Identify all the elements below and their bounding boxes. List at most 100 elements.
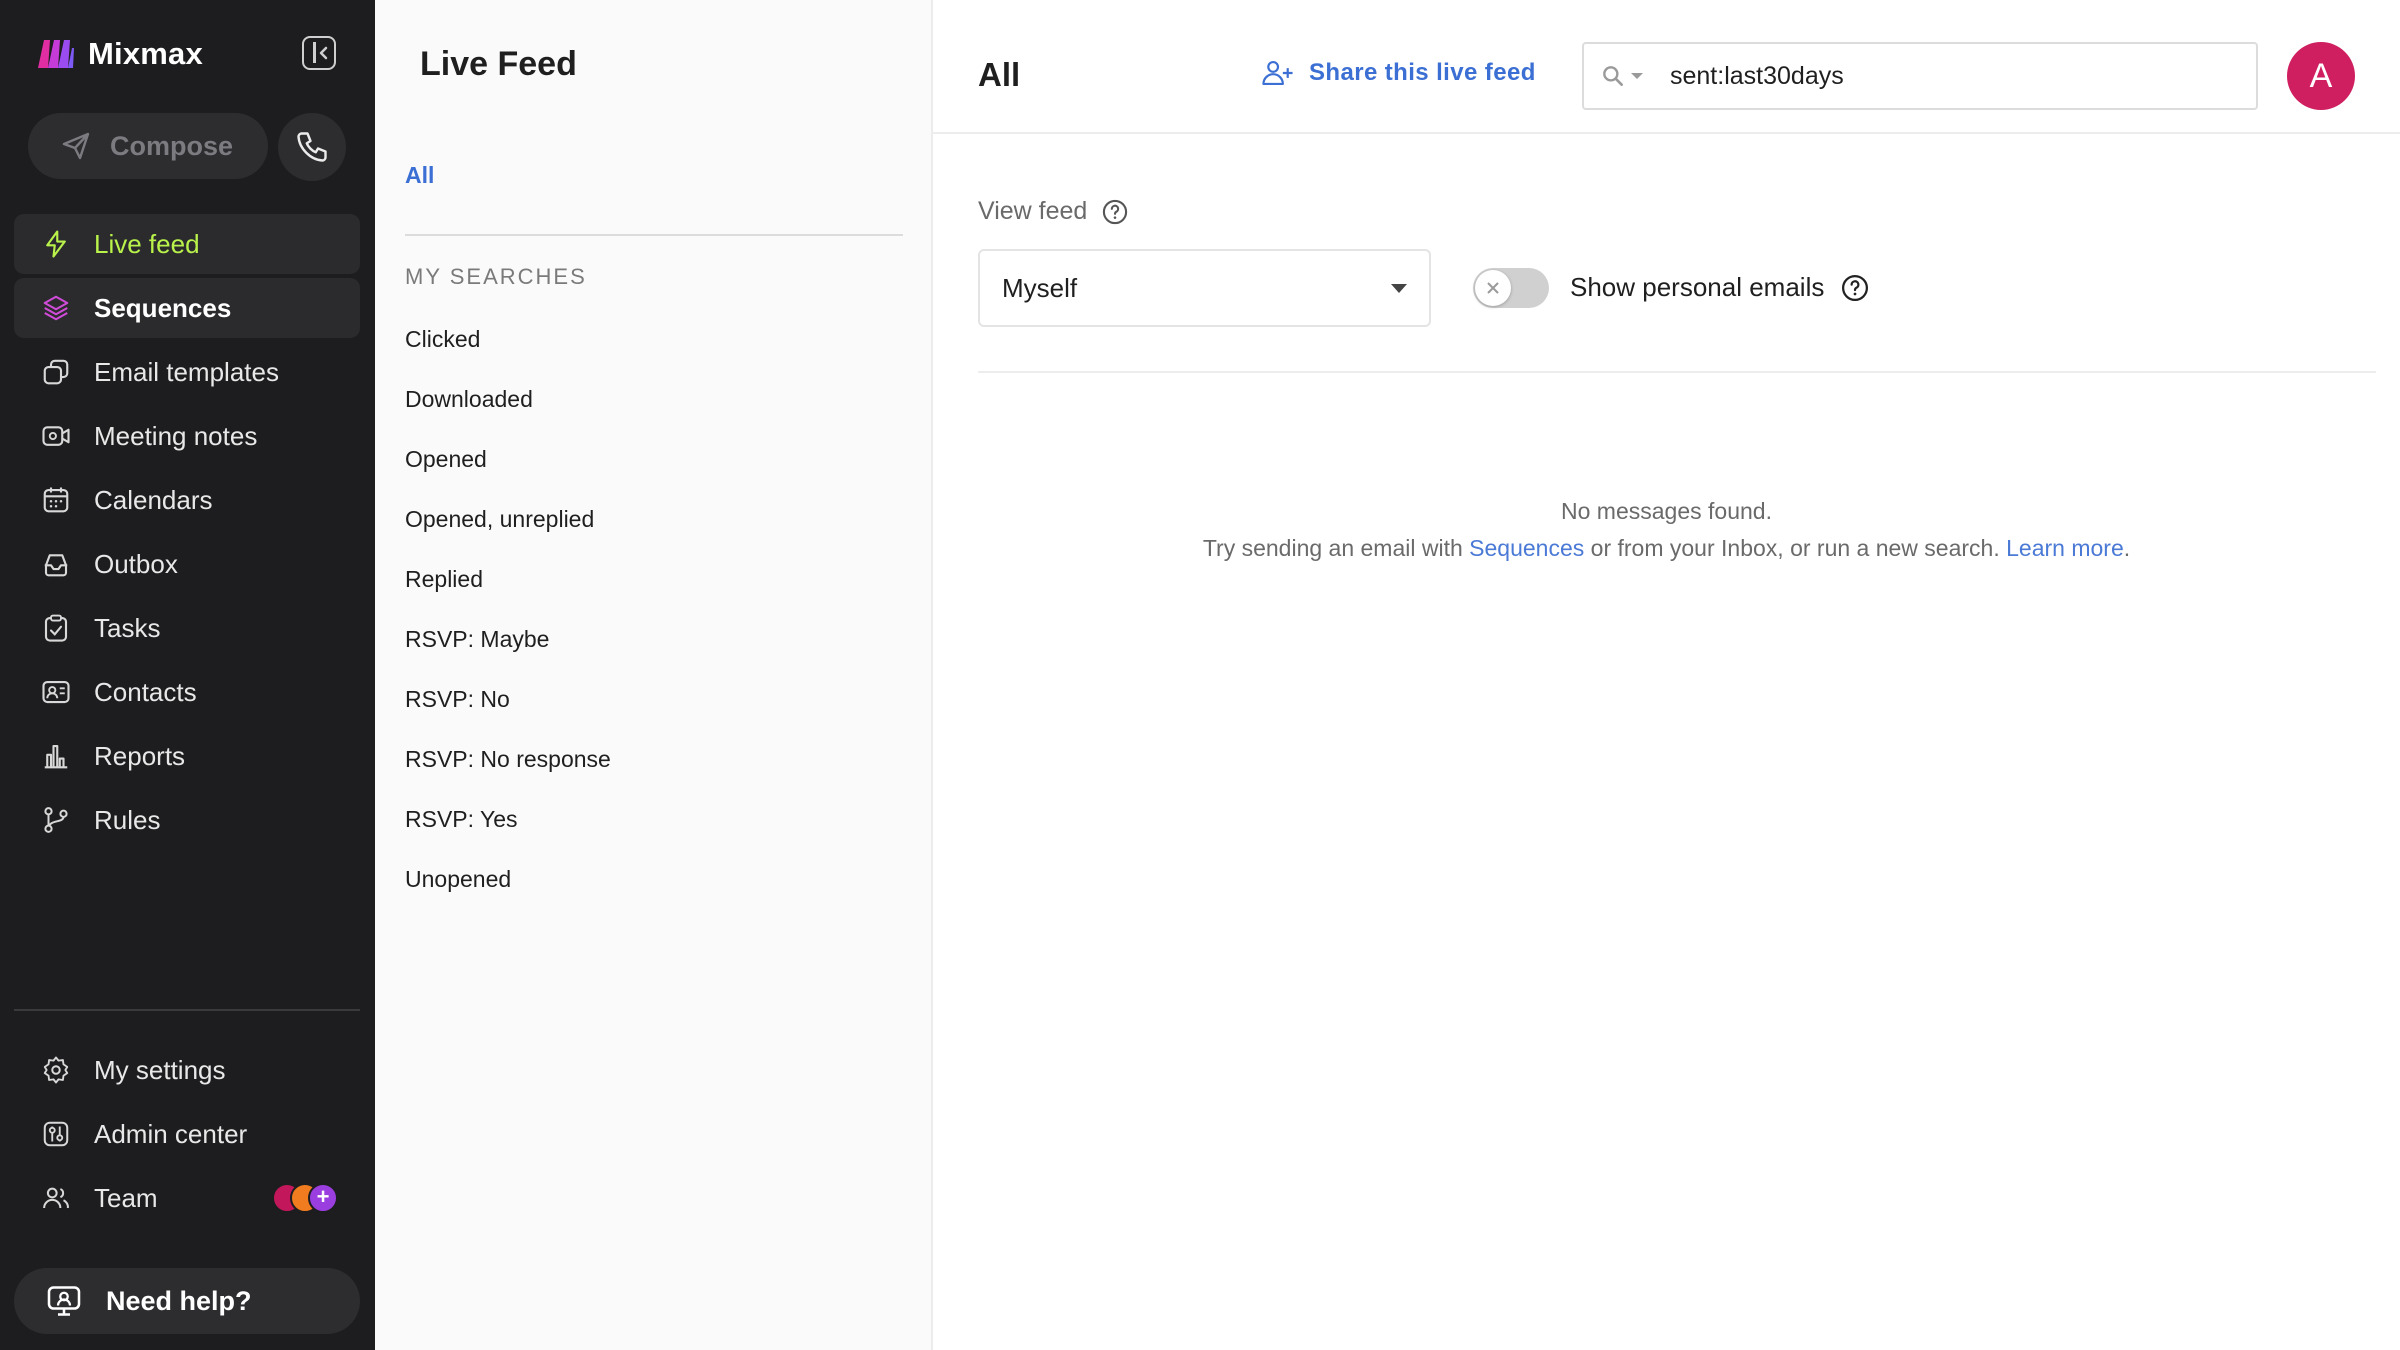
chevron-left-icon [319, 46, 328, 60]
panel-divider [405, 234, 903, 236]
main-nav: Live feed Sequences Email templates Meet… [14, 214, 360, 854]
nav-label: Outbox [94, 548, 178, 579]
nav-item-my-settings[interactable]: My settings [14, 1040, 360, 1100]
search-input[interactable] [1660, 61, 2220, 91]
search-options-dropdown[interactable] [1584, 44, 1660, 108]
video-icon [40, 420, 72, 452]
layers-icon [40, 292, 72, 324]
need-help-button[interactable]: Need help? [14, 1268, 360, 1334]
gear-icon [40, 1054, 72, 1086]
view-feed-text: View feed [978, 197, 1088, 225]
empty-middle: or from your Inbox, or run a new search. [1584, 535, 2007, 561]
saved-search-item[interactable]: Downloaded [405, 378, 611, 438]
search-box[interactable] [1582, 42, 2258, 110]
personal-emails-label: Show personal emails [1570, 272, 1870, 303]
bottom-nav: My settings Admin center Team + [14, 1040, 360, 1232]
share-live-feed-button[interactable]: Share this live feed [1261, 58, 1536, 88]
help-circle-icon[interactable] [1840, 273, 1870, 303]
caret-down-icon [1631, 73, 1643, 79]
user-avatar[interactable]: A [2287, 42, 2355, 110]
learn-more-link[interactable]: Learn more [2006, 535, 2124, 561]
nav-label: Email templates [94, 356, 279, 387]
compose-label: Compose [110, 130, 234, 161]
team-avatars[interactable]: + [272, 1183, 338, 1213]
view-feed-select[interactable]: Myself [978, 249, 1431, 327]
nav-item-team[interactable]: Team + [14, 1168, 360, 1228]
tasks-icon [40, 612, 72, 644]
personal-emails-text: Show personal emails [1570, 272, 1825, 302]
nav-item-meeting-notes[interactable]: Meeting notes [14, 406, 360, 466]
calendar-icon [40, 484, 72, 516]
nav-item-contacts[interactable]: Contacts [14, 662, 360, 722]
nav-label: Contacts [94, 676, 197, 707]
add-user-icon [1262, 60, 1293, 86]
saved-search-item[interactable]: RSVP: No response [405, 738, 611, 798]
personal-emails-toggle[interactable] [1473, 268, 1549, 308]
saved-searches-list: Clicked Downloaded Opened Opened, unrepl… [405, 318, 611, 918]
send-icon [62, 132, 90, 160]
saved-search-item[interactable]: RSVP: Maybe [405, 618, 611, 678]
add-member-icon[interactable]: + [308, 1183, 338, 1213]
nav-label: Rules [94, 804, 161, 835]
collapse-sidebar-button[interactable] [302, 36, 336, 70]
nav-item-sequences[interactable]: Sequences [14, 278, 360, 338]
share-label: Share this live feed [1309, 59, 1536, 86]
close-icon [1487, 282, 1499, 294]
saved-search-item[interactable]: Opened, unreplied [405, 498, 611, 558]
nav-item-reports[interactable]: Reports [14, 726, 360, 786]
saved-search-item[interactable]: Unopened [405, 858, 611, 918]
content-divider [978, 371, 2376, 373]
nav-item-email-templates[interactable]: Email templates [14, 342, 360, 402]
sidebar: Mixmax Compose Live feed Sequences Email… [0, 0, 375, 1350]
team-icon [40, 1182, 72, 1214]
empty-suffix: . [2123, 535, 2131, 561]
nav-label: Reports [94, 740, 186, 771]
caret-down-icon [1391, 283, 1407, 293]
nav-item-admin-center[interactable]: Admin center [14, 1104, 360, 1164]
nav-label: Team [94, 1182, 158, 1213]
sidebar-divider [14, 1009, 360, 1011]
nav-label: Live feed [94, 228, 200, 259]
nav-item-tasks[interactable]: Tasks [14, 598, 360, 658]
nav-item-rules[interactable]: Rules [14, 790, 360, 850]
bar-chart-icon [40, 740, 72, 772]
help-chat-icon [47, 1286, 81, 1316]
brand[interactable]: Mixmax [36, 36, 203, 72]
nav-label: Calendars [94, 484, 213, 515]
empty-state: No messages found. Try sending an email … [933, 493, 2400, 567]
search-all-link[interactable]: All [405, 162, 434, 189]
saved-search-item[interactable]: Clicked [405, 318, 611, 378]
admin-icon [40, 1118, 72, 1150]
view-feed-label: View feed [978, 197, 1129, 226]
brand-name: Mixmax [88, 36, 203, 71]
topbar: All Share this live feed A [933, 0, 2400, 134]
nav-item-calendars[interactable]: Calendars [14, 470, 360, 530]
toggle-knob [1475, 270, 1511, 306]
branch-icon [40, 804, 72, 836]
empty-prefix: Try sending an email with [1202, 535, 1470, 561]
nav-label: Sequences [94, 292, 232, 323]
templates-icon [40, 356, 72, 388]
nav-item-live-feed[interactable]: Live feed [14, 214, 360, 274]
saved-search-item[interactable]: RSVP: No [405, 678, 611, 738]
help-circle-icon[interactable] [1101, 198, 1129, 226]
saved-search-item[interactable]: Opened [405, 438, 611, 498]
sequences-link[interactable]: Sequences [1469, 535, 1584, 561]
nav-label: Tasks [94, 612, 161, 643]
mixmax-logo-icon [38, 40, 74, 68]
panel-title: Live Feed [420, 45, 577, 83]
help-label: Need help? [106, 1285, 252, 1316]
main-content: All Share this live feed A V [933, 0, 2400, 1350]
saved-search-item[interactable]: RSVP: Yes [405, 798, 611, 858]
nav-label: Admin center [94, 1118, 248, 1149]
call-button[interactable] [278, 113, 346, 181]
contact-card-icon [40, 676, 72, 708]
nav-label: My settings [94, 1054, 226, 1085]
saved-search-item[interactable]: Replied [405, 558, 611, 618]
compose-button[interactable]: Compose [28, 113, 268, 179]
nav-item-outbox[interactable]: Outbox [14, 534, 360, 594]
feed-title: All [978, 56, 1021, 93]
search-icon [1603, 66, 1623, 86]
empty-title: No messages found. [1561, 498, 1772, 524]
phone-icon [297, 132, 327, 162]
